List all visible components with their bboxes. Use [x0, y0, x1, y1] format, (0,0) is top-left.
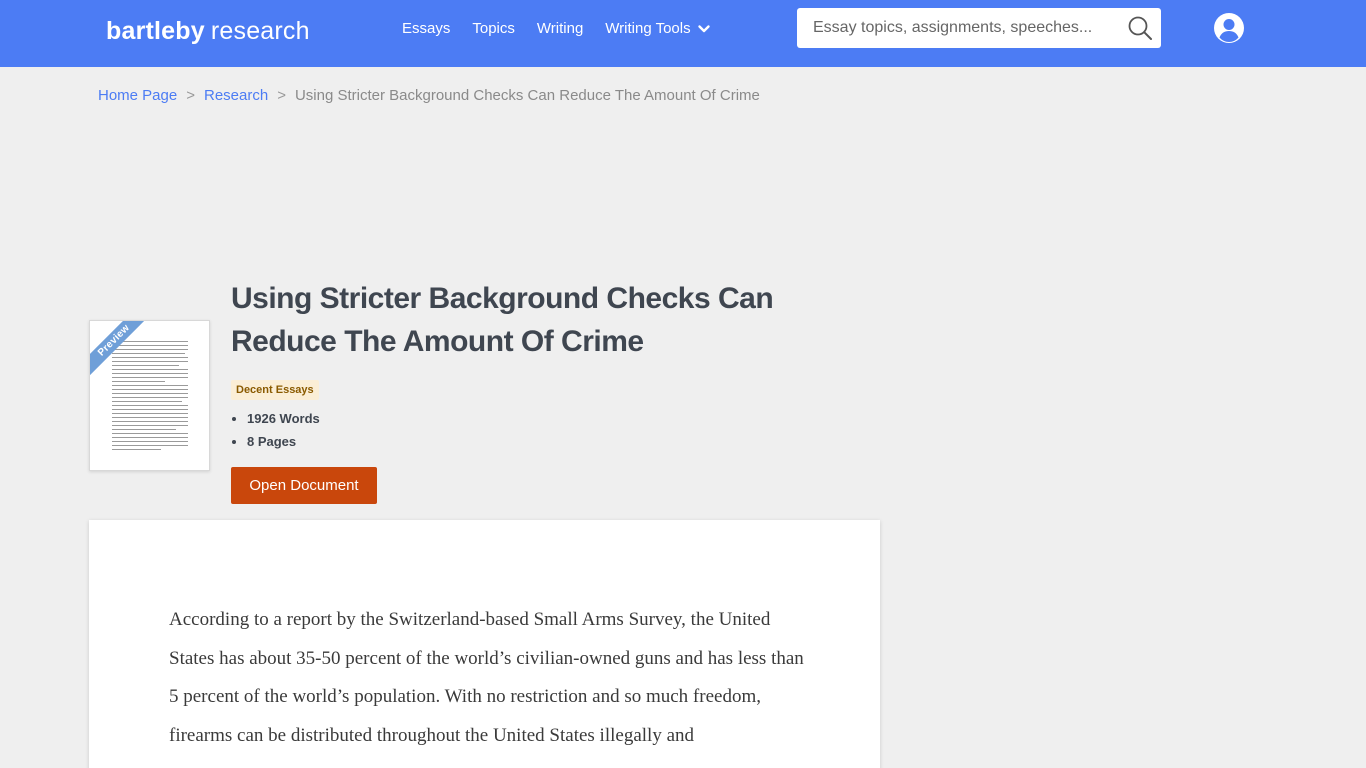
preview-line	[112, 389, 188, 390]
preview-line	[112, 409, 188, 410]
logo-section-text: research	[210, 17, 310, 45]
preview-line	[112, 381, 166, 382]
preview-line	[112, 417, 188, 418]
search-input[interactable]	[797, 8, 1117, 48]
preview-line	[112, 373, 188, 374]
search-icon	[1128, 16, 1152, 40]
chevron-down-icon	[697, 25, 710, 33]
preview-line	[112, 405, 188, 406]
preview-line	[112, 385, 188, 386]
document-title: Using Stricter Background Checks Can Red…	[231, 282, 774, 358]
preview-line	[112, 421, 188, 422]
preview-line	[112, 369, 188, 370]
search-button[interactable]	[1125, 14, 1155, 42]
preview-line	[112, 357, 188, 358]
nav-writing-tools-dropdown[interactable]: Writing Tools	[605, 17, 710, 41]
preview-line	[112, 449, 161, 450]
nav-topics[interactable]: Topics	[472, 17, 515, 41]
preview-text-lines	[112, 341, 188, 453]
breadcrumb-current: Using Stricter Background Checks Can Red…	[294, 86, 760, 104]
preview-line	[112, 445, 188, 446]
preview-line	[112, 425, 188, 426]
preview-line	[112, 349, 188, 350]
nav-writing-tools[interactable]: Writing Tools	[605, 17, 690, 41]
breadcrumb-research[interactable]: Research	[204, 87, 268, 104]
nav-writing[interactable]: Writing	[537, 17, 583, 41]
preview-line	[112, 413, 188, 414]
document-stats: 1926 Words 8 Pages	[247, 407, 320, 453]
preview-line	[112, 441, 188, 442]
open-document-button[interactable]: Open Document	[231, 467, 377, 504]
preview-line	[112, 401, 182, 402]
preview-line	[112, 345, 188, 346]
preview-line	[112, 393, 188, 394]
main-nav: Essays Topics Writing Writing Tools	[402, 17, 711, 41]
search-box	[797, 8, 1161, 48]
breadcrumb-separator: >	[186, 86, 195, 104]
bartleby-research-logo[interactable]: bartleby research	[106, 14, 310, 48]
preview-line	[112, 353, 185, 354]
preview-line	[112, 361, 188, 362]
quality-badge: Decent Essays	[231, 380, 319, 400]
nav-essays[interactable]: Essays	[402, 17, 450, 41]
document-content-card: According to a report by the Switzerland…	[89, 520, 880, 768]
preview-line	[112, 397, 188, 398]
preview-line	[112, 437, 188, 438]
breadcrumb: Home Page > Research > Using Stricter Ba…	[98, 85, 760, 105]
preview-line	[112, 365, 179, 366]
breadcrumb-separator: >	[277, 86, 286, 104]
user-account-icon[interactable]	[1213, 12, 1245, 44]
breadcrumb-home[interactable]: Home Page	[98, 87, 177, 104]
logo-brand-text: bartleby	[106, 17, 205, 45]
preview-line	[112, 429, 176, 430]
preview-line	[112, 433, 188, 434]
document-body-text: According to a report by the Switzerland…	[169, 609, 804, 746]
preview-line	[112, 377, 188, 378]
top-navigation-bar: bartleby research Essays Topics Writing W…	[0, 0, 1366, 67]
page-count: 8 Pages	[247, 430, 320, 453]
document-preview-thumbnail[interactable]: Preview	[89, 320, 210, 471]
word-count: 1926 Words	[247, 407, 320, 430]
